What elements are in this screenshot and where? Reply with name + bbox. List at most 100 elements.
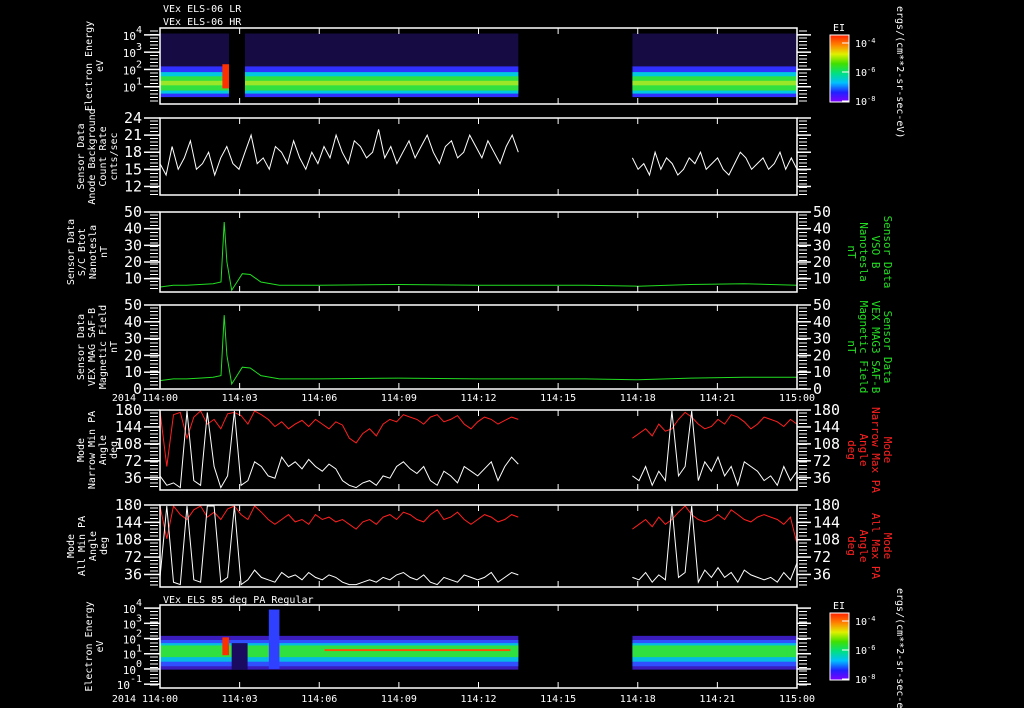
series-min-pa bbox=[159, 505, 519, 586]
y-axis-label: nT bbox=[99, 246, 110, 258]
y-tick-label: 50 bbox=[124, 296, 142, 314]
y-tick-label: 50 bbox=[124, 203, 142, 221]
time-label: 114:00 bbox=[142, 393, 178, 404]
time-label: 115:00 bbox=[779, 393, 815, 404]
y-tick-label: 30 bbox=[124, 236, 142, 254]
series-max-pa bbox=[632, 505, 798, 544]
time-label: 114:00 bbox=[142, 694, 178, 705]
y-tick-label: 72 bbox=[124, 452, 142, 470]
spectrogram-feature bbox=[222, 637, 230, 656]
y-tick-label: 144 bbox=[813, 418, 840, 436]
y-tick-base: 10 bbox=[123, 47, 136, 60]
panel-p3: 50 5040 4030 3020 2010 10Sensor Data S/C Btot N… bbox=[66, 203, 894, 293]
colorbar-tick-label: 10-4 bbox=[855, 615, 875, 628]
spectrogram-feature bbox=[324, 649, 511, 652]
time-label: 114:12 bbox=[460, 393, 496, 404]
panel-p4: 50 5040 4030 3020 2010 100 0Sensor Data VEX MAG… bbox=[76, 296, 894, 398]
y-tick-label: 15 bbox=[124, 160, 142, 178]
y-tick-label: 72 bbox=[124, 548, 142, 566]
y-tick-label: 30 bbox=[813, 236, 831, 254]
y-axis-label: cnts/sec bbox=[109, 132, 120, 180]
time-label: 114:03 bbox=[222, 393, 258, 404]
y-tick-label: 20 bbox=[124, 346, 142, 364]
colorbar-scale bbox=[829, 612, 850, 681]
colorbar-tick-exp: -4 bbox=[867, 37, 875, 45]
series-saf-b bbox=[159, 315, 797, 386]
y-tick-label: 36 bbox=[124, 469, 142, 487]
y-tick-label: 24 bbox=[124, 109, 142, 127]
y-tick-label: 50 bbox=[813, 203, 831, 221]
spectrogram-band bbox=[632, 645, 797, 658]
y-tick-label: 36 bbox=[813, 469, 831, 487]
y-tick-base: 10 bbox=[117, 679, 130, 692]
y-tick-base: 10 bbox=[123, 82, 136, 95]
colorbar-tick-exp: -6 bbox=[867, 66, 875, 74]
y-tick-label: 50 bbox=[813, 296, 831, 314]
y-tick-base: 10 bbox=[123, 634, 136, 647]
series-max-pa bbox=[632, 411, 798, 439]
y-axis-label-right: nT bbox=[845, 245, 858, 259]
y-axis-label: Electron Energy bbox=[84, 601, 95, 691]
y-tick-exponent: -1 bbox=[130, 674, 142, 685]
panel-p5: 180 180144 144108 10872 7236 36Mode Narrow Min… bbox=[76, 401, 894, 493]
colorbar-tick-base: 10 bbox=[855, 617, 867, 628]
y-tick-exponent: 4 bbox=[136, 25, 142, 36]
time-label: 114:21 bbox=[699, 393, 735, 404]
y-tick-label: 10 bbox=[124, 270, 142, 288]
time-label: 114:15 bbox=[540, 694, 576, 705]
colorbar-tick-base: 10 bbox=[855, 646, 867, 657]
y-tick-exponent: 4 bbox=[136, 598, 142, 609]
spectrogram-band bbox=[632, 80, 797, 86]
colorbar-tick-base: 10 bbox=[855, 68, 867, 79]
colorbar-tick-base: 10 bbox=[855, 39, 867, 50]
y-axis-label: deg bbox=[99, 537, 110, 555]
colorbar-scale bbox=[829, 34, 850, 103]
y-axis-label: Angle bbox=[88, 531, 99, 561]
spectrogram bbox=[160, 609, 797, 670]
y-tick-label: 144 bbox=[115, 513, 142, 531]
y-tick-exponent: 2 bbox=[136, 59, 142, 70]
series-min-pa bbox=[159, 410, 519, 489]
y-tick-base: 10 bbox=[123, 64, 136, 77]
y-axis-label: nT bbox=[109, 341, 120, 353]
y-tick-label: 20 bbox=[813, 346, 831, 364]
series-max-pa bbox=[159, 410, 519, 467]
y-tick-label: 103 bbox=[123, 42, 142, 60]
y-axis-label: eV bbox=[95, 640, 106, 652]
time-label: 114:03 bbox=[222, 694, 258, 705]
y-tick-label: 10-1 bbox=[117, 674, 142, 692]
y-axis-label: Mode bbox=[76, 438, 87, 462]
y-axis-label: Nanotesla bbox=[88, 225, 99, 279]
colorbar-label: EI bbox=[833, 23, 845, 34]
y-tick-label: 36 bbox=[813, 565, 831, 583]
y-tick-label: 40 bbox=[124, 220, 142, 238]
colorbar-tick-base: 10 bbox=[855, 97, 867, 108]
panel1-title-hr: VEx ELS-06 HR bbox=[163, 17, 242, 28]
y-tick-base: 10 bbox=[123, 618, 136, 631]
y-tick-label: 20 bbox=[124, 253, 142, 271]
y-axis-label: Sensor Data bbox=[76, 123, 87, 189]
spectrogram-feature bbox=[222, 64, 230, 89]
panel-frame bbox=[159, 504, 798, 588]
y-tick-label: 180 bbox=[115, 496, 142, 514]
y-axis-label: VEX MAG SAF-B bbox=[87, 308, 98, 386]
y-tick-label: 180 bbox=[813, 401, 840, 419]
y-tick-label: 36 bbox=[124, 565, 142, 583]
multi-panel-plot: VEx ELS-06 LR VEx ELS-06 HR VEx ELS 85 d… bbox=[66, 4, 905, 708]
y-tick-label: 21 bbox=[124, 126, 142, 144]
y-tick-label: 180 bbox=[813, 496, 840, 514]
y-axis-label: All Min PA bbox=[77, 516, 88, 576]
time-axis-bottom: 2014 114:00 114:03 114:06 114:09 114:12 114:15… bbox=[112, 694, 815, 705]
year-label: 2014 bbox=[112, 393, 136, 404]
spectrogram-feature bbox=[229, 28, 245, 104]
y-tick-label: 108 bbox=[115, 531, 142, 549]
time-label: 114:09 bbox=[381, 393, 417, 404]
y-tick-label: 72 bbox=[813, 548, 831, 566]
colorbar-tick-exp: -6 bbox=[867, 644, 875, 652]
colorbar-tick-exp: -4 bbox=[867, 615, 875, 623]
colorbar-tick-exp: -8 bbox=[867, 673, 875, 681]
y-axis-label: deg bbox=[109, 441, 120, 459]
y-tick-exponent: 3 bbox=[136, 42, 142, 53]
y-axis-label: Anode Background bbox=[87, 108, 98, 204]
y-tick-base: 10 bbox=[123, 603, 136, 616]
